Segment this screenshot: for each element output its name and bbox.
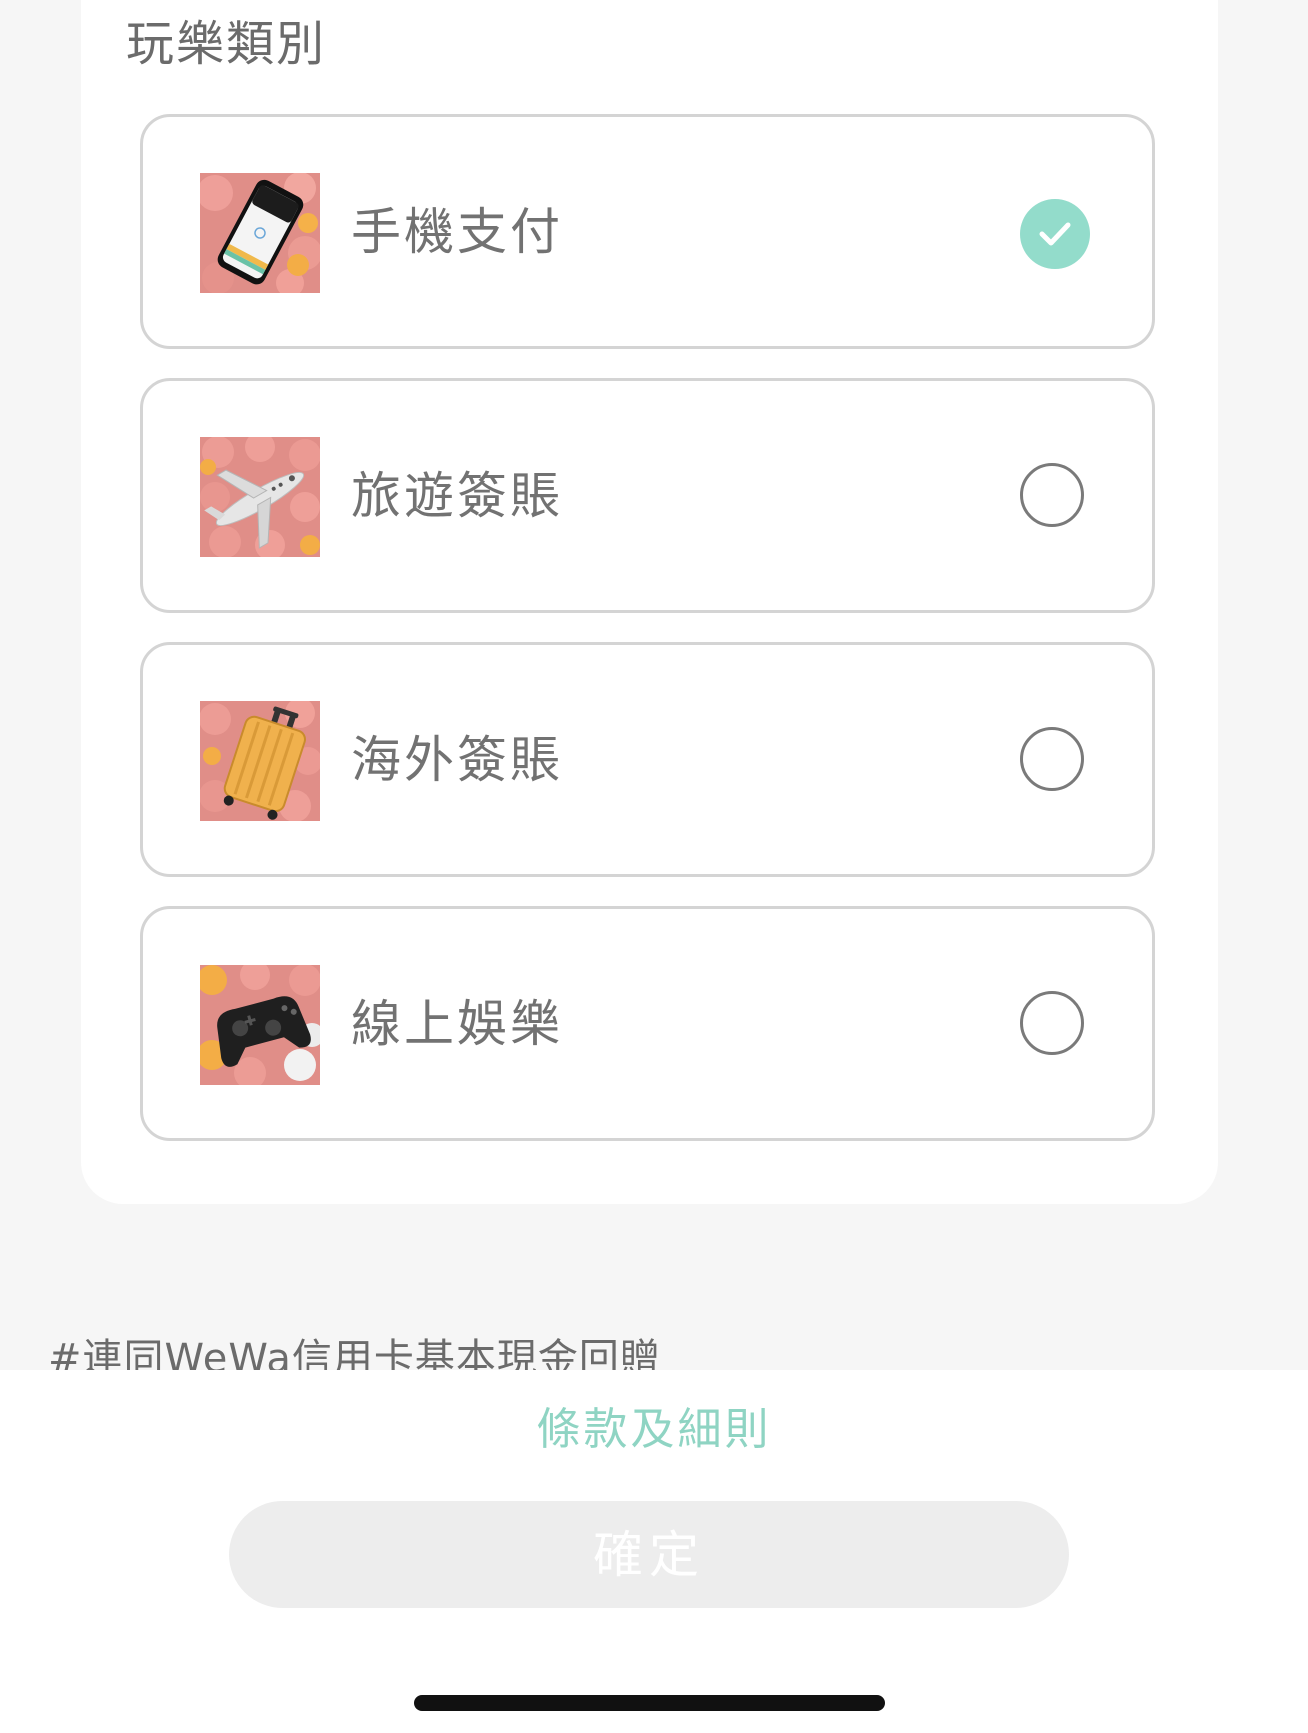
option-travel-spending[interactable]: 旅遊簽賬 (140, 378, 1155, 613)
phone-payment-image (200, 173, 320, 293)
option-label: 海外簽賬 (351, 731, 563, 789)
terms-link[interactable]: 條款及細則 (0, 1400, 1308, 1460)
option-overseas-spending[interactable]: 海外簽賬 (140, 642, 1155, 877)
option-label: 線上娛樂 (351, 995, 563, 1053)
home-indicator (414, 1695, 885, 1711)
radio-checked-icon[interactable] (1020, 199, 1090, 269)
option-label: 手機支付 (351, 203, 563, 261)
radio-unchecked-icon[interactable] (1020, 463, 1084, 527)
option-online-entertainment[interactable]: 線上娛樂 (140, 906, 1155, 1141)
section-title: 玩樂類別 (126, 16, 327, 72)
radio-unchecked-icon[interactable] (1020, 991, 1084, 1055)
radio-unchecked-icon[interactable] (1020, 727, 1084, 791)
bottom-action-bar: 條款及細則 確定 (0, 1370, 1308, 1733)
airplane-image (200, 437, 320, 557)
gamepad-image (200, 965, 320, 1085)
option-mobile-payment[interactable]: 手機支付 (140, 114, 1155, 349)
option-label: 旅遊簽賬 (351, 467, 563, 525)
suitcase-image (200, 701, 320, 821)
confirm-button[interactable]: 確定 (229, 1501, 1069, 1608)
